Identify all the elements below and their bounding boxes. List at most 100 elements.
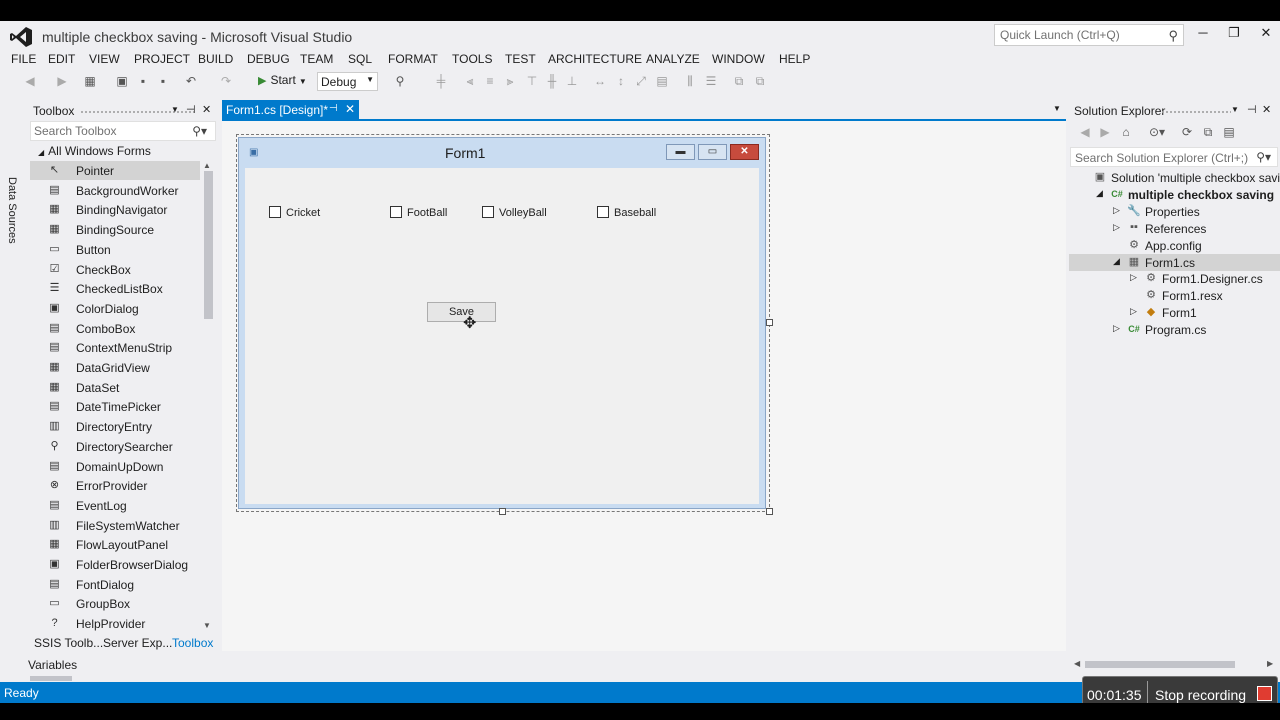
send-to-back-icon[interactable]: ⧉: [752, 73, 768, 89]
toolbox-item[interactable]: ▤ DateTimePicker: [30, 397, 200, 416]
quick-launch-input[interactable]: Quick Launch (Ctrl+Q) ⚲: [994, 24, 1184, 46]
toolbox-item[interactable]: ↖ Pointer: [30, 161, 200, 180]
tree-node[interactable]: ▷ ◆ Form1: [1069, 304, 1280, 321]
tab-ssis-toolbox[interactable]: SSIS Toolb...: [34, 636, 103, 650]
toolbox-item[interactable]: ▤ BackgroundWorker: [30, 181, 200, 200]
pending-changes-filter-icon[interactable]: ⊙▾: [1149, 124, 1165, 140]
solution-explorer-search-input[interactable]: Search Solution Explorer (Ctrl+;) ⚲▾: [1070, 147, 1278, 167]
make-same-size-icon[interactable]: ⤢: [633, 73, 649, 89]
back-icon[interactable]: ◀: [1077, 124, 1093, 140]
home-icon[interactable]: ⌂: [1118, 124, 1134, 140]
undo-icon[interactable]: ↶: [183, 73, 199, 89]
toolbox-item[interactable]: ▭ Button: [30, 240, 200, 259]
resize-handle-right[interactable]: [766, 319, 773, 326]
show-all-files-icon[interactable]: ▤: [1221, 124, 1237, 140]
navigate-forward-icon[interactable]: ▶: [54, 73, 70, 89]
toolbox-item[interactable]: ▦ FlowLayoutPanel: [30, 535, 200, 554]
pin-icon[interactable]: ⊣: [186, 103, 196, 116]
toolbox-item[interactable]: ☑ CheckBox: [30, 260, 200, 279]
align-bottoms-icon[interactable]: ⊥: [564, 73, 580, 89]
find-in-files-icon[interactable]: ⚲: [392, 73, 408, 89]
close-icon[interactable]: ✕: [202, 103, 211, 116]
forward-icon[interactable]: ▶: [1097, 124, 1113, 140]
checkbox-volleyball[interactable]: VolleyBall: [482, 206, 547, 219]
chevron-down-icon[interactable]: ▼: [1231, 105, 1239, 114]
expand-icon[interactable]: ▷: [1113, 222, 1120, 233]
toolbox-item[interactable]: ▣ FolderBrowserDialog: [30, 555, 200, 574]
sync-icon[interactable]: ⟳: [1179, 124, 1195, 140]
tree-node[interactable]: ▣ Solution 'multiple checkbox saving': [1069, 169, 1280, 186]
close-icon[interactable]: ✕: [1262, 103, 1271, 116]
expand-icon[interactable]: ▷: [1130, 306, 1137, 317]
scroll-down-icon[interactable]: ▼: [203, 621, 211, 630]
toolbox-item[interactable]: ▥ FileSystemWatcher: [30, 516, 200, 535]
redo-icon[interactable]: ↷: [218, 73, 234, 89]
chevron-down-icon[interactable]: ▼: [171, 105, 179, 114]
bring-to-front-icon[interactable]: ⧉: [731, 73, 747, 89]
form-close-button[interactable]: ✕: [730, 144, 759, 160]
menu-window[interactable]: WINDOW: [712, 52, 765, 66]
menu-view[interactable]: VIEW: [89, 52, 120, 66]
menu-project[interactable]: PROJECT: [134, 52, 190, 66]
checkbox-baseball[interactable]: Baseball: [597, 206, 656, 219]
tab-server-explorer[interactable]: Server Exp...: [103, 636, 172, 650]
toolbox-item[interactable]: ▤ ComboBox: [30, 319, 200, 338]
solution-configuration-select[interactable]: Debug ▼: [317, 72, 378, 91]
collapse-all-icon[interactable]: ⧉: [1200, 124, 1216, 140]
menu-format[interactable]: FORMAT: [388, 52, 438, 66]
menu-tools[interactable]: TOOLS: [452, 52, 492, 66]
checkbox-box[interactable]: [390, 206, 402, 218]
restore-button[interactable]: ❐: [1224, 25, 1244, 43]
stop-recording-button[interactable]: Stop recording: [1155, 687, 1246, 703]
menu-help[interactable]: HELP: [779, 52, 810, 66]
data-sources-tab[interactable]: Data Sources: [6, 177, 18, 244]
expand-icon[interactable]: ▷: [1113, 205, 1120, 216]
variables-tab[interactable]: Variables: [28, 658, 77, 672]
close-button[interactable]: ✕: [1256, 25, 1276, 43]
toolbox-item[interactable]: ▤ FontDialog: [30, 575, 200, 594]
align-centers-icon[interactable]: ≡: [482, 73, 498, 89]
make-same-height-icon[interactable]: ↕: [613, 73, 629, 89]
toolbox-item[interactable]: ▤ ContextMenuStrip: [30, 338, 200, 357]
tree-node[interactable]: ▷ C# Program.cs: [1069, 321, 1280, 338]
resize-handle-corner[interactable]: [766, 508, 773, 515]
horizontal-spacing-icon[interactable]: ⫼: [682, 73, 698, 89]
solution-explorer-hscrollbar[interactable]: ◀ ▶: [1071, 658, 1276, 670]
toolbox-item[interactable]: ▤ DomainUpDown: [30, 457, 200, 476]
toolbox-scrollbar[interactable]: ▲ ▼: [202, 161, 214, 631]
toolbox-search-input[interactable]: Search Toolbox ⚲▾: [30, 121, 216, 141]
scroll-up-icon[interactable]: ▲: [203, 161, 211, 170]
align-middles-icon[interactable]: ╫: [544, 73, 560, 89]
size-to-grid-icon[interactable]: ▤: [654, 73, 670, 89]
menu-debug[interactable]: DEBUG: [247, 52, 290, 66]
tree-node[interactable]: ▷ 🔧 Properties: [1069, 203, 1280, 220]
toolbox-item[interactable]: ☰ CheckedListBox: [30, 279, 200, 298]
form-minimize-button[interactable]: ▬: [666, 144, 695, 160]
stop-icon[interactable]: [1257, 686, 1272, 701]
menu-build[interactable]: BUILD: [198, 52, 233, 66]
tree-node[interactable]: ◢ ▦ Form1.cs: [1069, 254, 1280, 271]
menu-team[interactable]: TEAM: [300, 52, 333, 66]
form1-window[interactable]: ▣ Form1 ▬ ▭ ✕ Cricket FootBall VolleyBal…: [238, 137, 766, 509]
form-maximize-button[interactable]: ▭: [698, 144, 727, 160]
close-tab-icon[interactable]: ✕: [345, 102, 355, 116]
menu-file[interactable]: FILE: [11, 52, 36, 66]
toolbox-item[interactable]: ▥ DirectoryEntry: [30, 417, 200, 436]
menu-sql[interactable]: SQL: [348, 52, 372, 66]
tree-node[interactable]: ▷ ⚙ Form1.Designer.cs: [1069, 270, 1280, 287]
checkbox-box[interactable]: [269, 206, 281, 218]
collapse-icon[interactable]: ◢: [1096, 188, 1103, 199]
checkbox-cricket[interactable]: Cricket: [269, 206, 320, 219]
tab-toolbox[interactable]: Toolbox: [172, 636, 213, 650]
menu-analyze[interactable]: ANALYZE: [646, 52, 700, 66]
navigate-back-icon[interactable]: ◀: [22, 73, 38, 89]
save-all-icon[interactable]: ▪: [155, 73, 171, 89]
tree-node[interactable]: ⚙ App.config: [1069, 237, 1280, 254]
scroll-left-icon[interactable]: ◀: [1074, 659, 1080, 668]
tree-node[interactable]: ⚙ Form1.resx: [1069, 287, 1280, 304]
vertical-spacing-icon[interactable]: ☰: [703, 73, 719, 89]
minimize-button[interactable]: ─: [1193, 25, 1213, 43]
pin-icon[interactable]: ⊣: [1247, 103, 1257, 116]
start-debugging-button[interactable]: ▶ Start ▼: [258, 73, 307, 91]
expand-icon[interactable]: ▷: [1130, 272, 1137, 283]
